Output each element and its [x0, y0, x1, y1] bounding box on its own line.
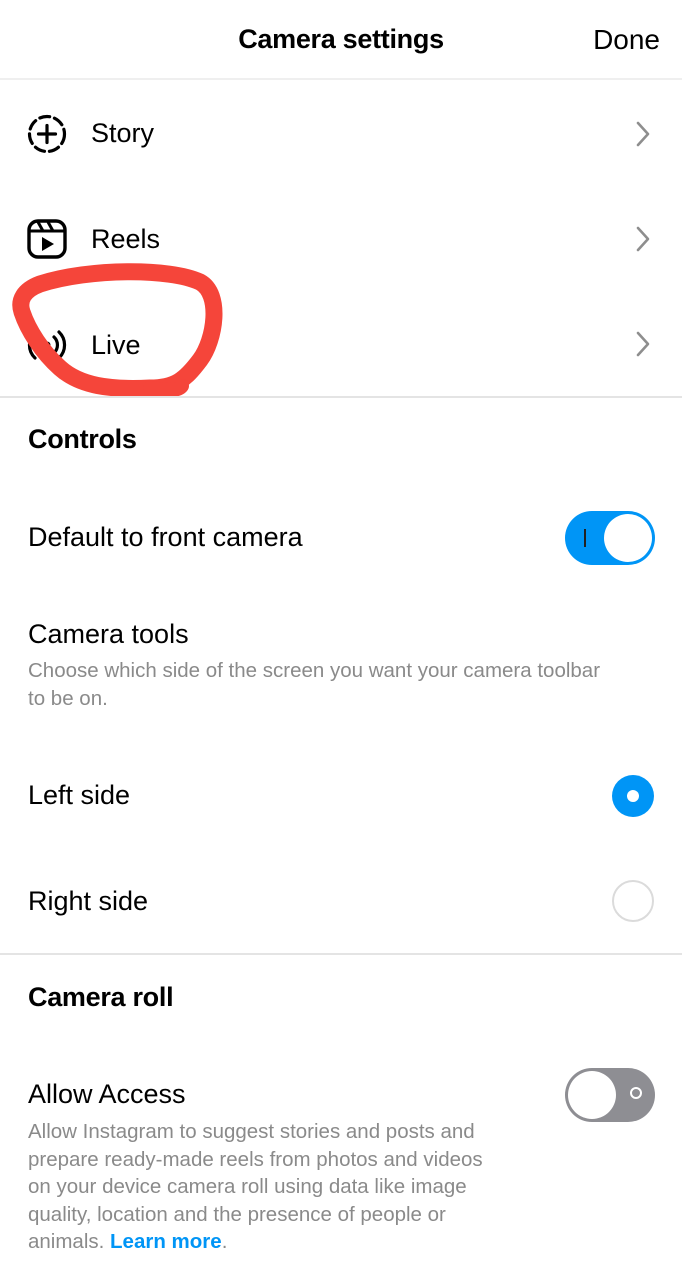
description-text: . [221, 1230, 228, 1253]
description-line: Choose which side of the screen you want… [28, 659, 601, 682]
description-line: Allow Instagram to suggest stories and p… [28, 1120, 475, 1143]
right-side-radio[interactable] [612, 880, 654, 922]
description-text: animals. [28, 1230, 111, 1253]
description-line: prepare ready-made reels from photos and… [28, 1147, 483, 1171]
toggle-off-indicator-icon [630, 1087, 642, 1099]
section-divider [0, 396, 682, 398]
nav-item-label: Reels [91, 224, 161, 254]
section-divider [0, 953, 682, 955]
camera-tools-label: Camera tools [28, 619, 189, 649]
camera-tools-description: Choose which side of the screen you want… [28, 657, 600, 712]
description-line: animals. Learn more. [28, 1228, 483, 1256]
left-side-radio[interactable] [612, 775, 654, 817]
toggle-on-indicator-icon [584, 529, 586, 547]
allow-access-toggle[interactable] [565, 1068, 655, 1122]
header-bar: Camera settings Done [0, 0, 682, 80]
section-title-camera-roll: Camera roll [28, 982, 174, 1012]
front-camera-toggle[interactable] [565, 511, 655, 565]
chevron-right-icon [636, 226, 650, 252]
toggle-knob [568, 1071, 616, 1119]
left-side-label: Left side [28, 780, 131, 810]
page-title: Camera settings [238, 24, 444, 54]
allow-access-description: Allow Instagram to suggest stories and p… [28, 1118, 483, 1256]
chevron-right-icon [636, 121, 650, 147]
nav-item-label: Live [91, 330, 141, 360]
description-line: quality, location and the presence of pe… [28, 1202, 446, 1226]
nav-item-label: Story [91, 118, 155, 148]
section-title-controls: Controls [28, 424, 137, 454]
front-camera-label: Default to front camera [28, 522, 303, 552]
right-side-label: Right side [28, 886, 149, 916]
nav-item-reels[interactable]: Reels [0, 188, 682, 288]
nav-item-story[interactable]: Story [0, 82, 682, 182]
chevron-right-icon [636, 331, 650, 357]
story-add-icon [27, 114, 67, 154]
description-line: on your device camera roll using data li… [28, 1175, 467, 1198]
toggle-knob [604, 514, 652, 562]
description-line: to be on. [28, 686, 108, 710]
reels-icon [27, 219, 67, 259]
learn-more-link[interactable]: Learn more [110, 1230, 222, 1253]
allow-access-label: Allow Access [28, 1079, 186, 1109]
live-icon [27, 330, 67, 360]
done-button[interactable]: Done [593, 24, 660, 56]
nav-item-live[interactable]: Live [0, 294, 682, 394]
